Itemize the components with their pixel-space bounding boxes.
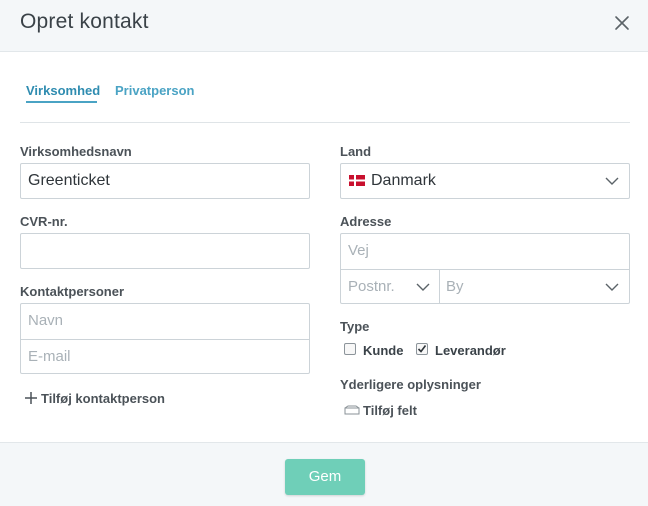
cvr-input[interactable] (20, 233, 310, 269)
divider (20, 122, 630, 123)
active-tab-indicator (26, 101, 97, 103)
dialog-footer: Gem (0, 442, 648, 506)
address-label: Adresse (340, 214, 392, 229)
dialog-header: Opret kontakt (0, 0, 648, 52)
customer-checkbox-label: Kunde (363, 343, 404, 358)
supplier-checkbox-label: Leverandør (435, 343, 506, 358)
add-field-label: Tilføj felt (363, 403, 417, 418)
country-label: Land (340, 144, 372, 159)
postal-code-placeholder: Postnr. (348, 278, 395, 295)
denmark-flag-icon (349, 165, 365, 186)
tab-privatperson[interactable]: Privatperson (115, 83, 194, 98)
contact-email-input[interactable]: E-mail (21, 339, 309, 374)
field-icon (344, 403, 360, 415)
extra-info-label: Yderligere oplysninger (340, 377, 481, 392)
chevron-down-icon (416, 283, 430, 291)
tab-virksomhed[interactable]: Virksomhed (26, 83, 100, 98)
postal-code-select[interactable]: Postnr. (341, 270, 440, 304)
chevron-down-icon (605, 283, 619, 291)
company-name-label: Virksomhedsnavn (20, 144, 132, 159)
address-group: Vej Postnr. By (340, 233, 630, 304)
close-icon[interactable] (611, 12, 633, 34)
contacts-label: Kontaktpersoner (20, 284, 125, 299)
chevron-down-icon (605, 177, 619, 185)
city-placeholder: By (446, 278, 464, 295)
customer-checkbox[interactable] (344, 343, 356, 355)
add-contact-person-label: Tilføj kontaktperson (41, 391, 165, 406)
contact-person-group: Navn E-mail (20, 303, 310, 374)
postal-city-row: Postnr. By (341, 269, 629, 304)
supplier-checkbox[interactable] (416, 343, 428, 355)
country-select[interactable]: Danmark (340, 163, 630, 199)
contact-name-input[interactable]: Navn (21, 304, 309, 339)
city-select[interactable]: By (440, 270, 629, 304)
add-contact-person-button[interactable]: Tilføj kontaktperson (24, 391, 165, 406)
add-field-button[interactable]: Tilføj felt (344, 403, 417, 418)
type-label: Type (340, 319, 370, 334)
dialog-title: Opret kontakt (20, 10, 149, 33)
company-name-input[interactable]: Greenticket (20, 163, 310, 199)
plus-icon (24, 391, 38, 405)
checkmark-icon (417, 345, 427, 353)
country-value: Danmark (371, 172, 436, 189)
cvr-label: CVR-nr. (20, 214, 68, 229)
street-input[interactable]: Vej (341, 234, 629, 269)
save-button[interactable]: Gem (285, 459, 365, 495)
